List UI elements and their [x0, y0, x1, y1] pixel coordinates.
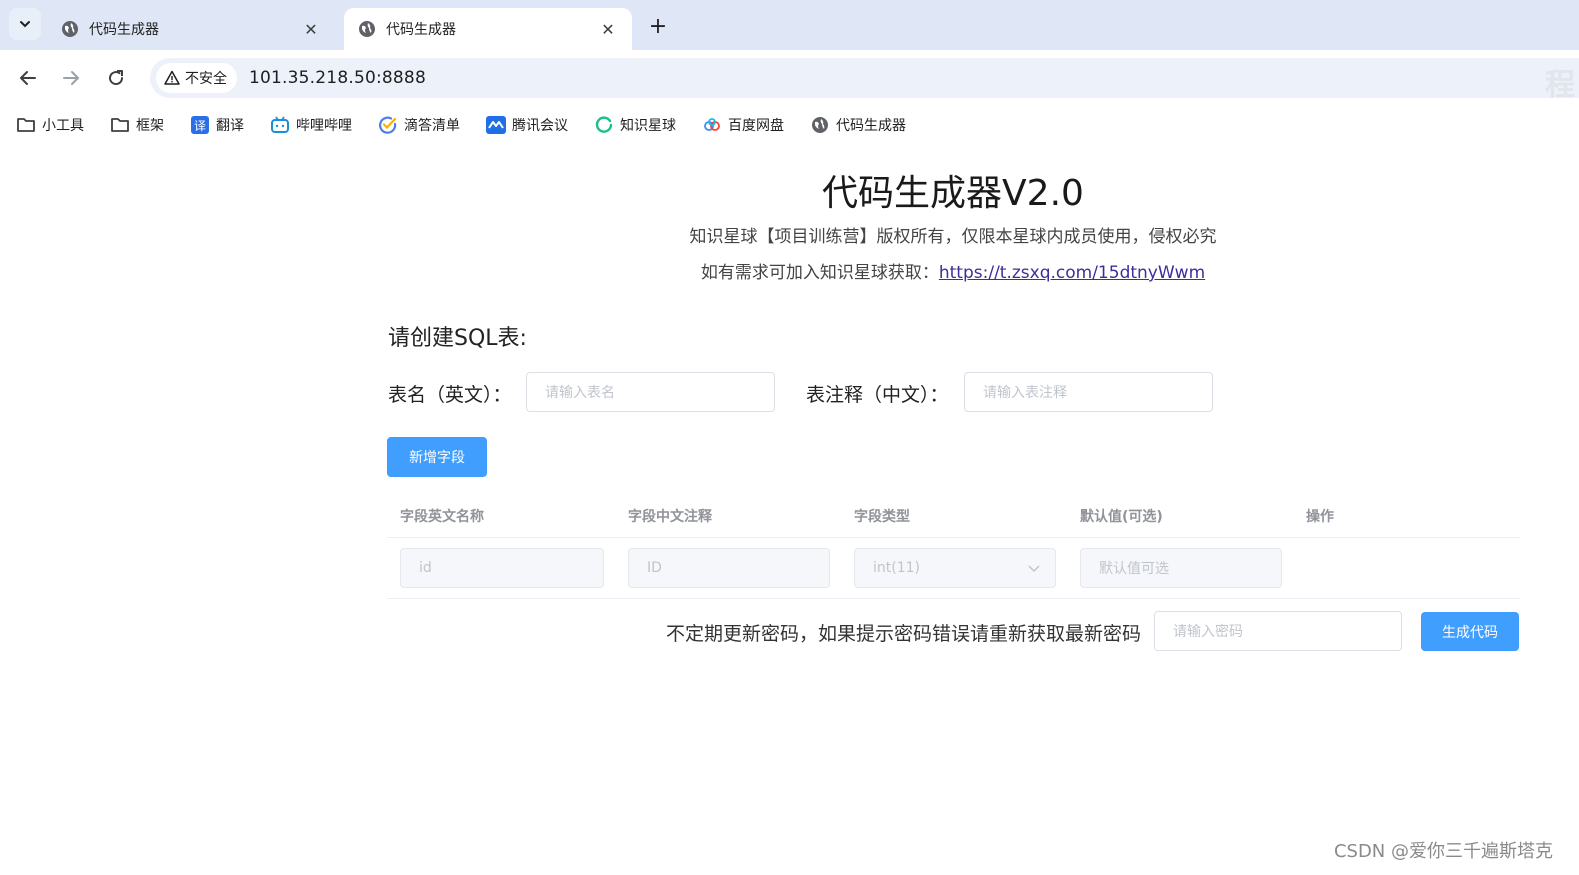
- page-content: 代码生成器V2.0 知识星球【项目训练营】版权所有，仅限本星球内成员使用，侵权必…: [0, 144, 1579, 875]
- bookmark-label: 小工具: [42, 118, 84, 134]
- table-comment-label: 表注释（中文）：: [806, 384, 949, 406]
- bookmark-ticktick[interactable]: 滴答清单: [378, 115, 460, 135]
- translate-icon: 译: [190, 115, 210, 135]
- bookmark-label: 翻译: [216, 118, 244, 134]
- forward-button[interactable]: [55, 62, 87, 94]
- svg-text:译: 译: [194, 119, 206, 133]
- table-name-label: 表名（英文）：: [388, 384, 512, 406]
- tab-search-button[interactable]: [9, 8, 41, 40]
- table-row: id ID int(11) 默认值可选: [387, 538, 1520, 599]
- password-input[interactable]: 请输入密码: [1154, 611, 1402, 651]
- table-comment-input[interactable]: 请输入表注释: [964, 372, 1213, 412]
- bookmark-tools[interactable]: 小工具: [16, 115, 84, 135]
- chevron-down-icon: [1027, 561, 1041, 579]
- info-prefix: 如有需求可加入知识星球获取：: [700, 263, 939, 283]
- cloud-icon: [702, 115, 722, 135]
- bookmark-code-generator[interactable]: 代码生成器: [810, 115, 906, 135]
- address-bar[interactable]: 不安全 101.35.218.50:8888 程: [150, 58, 1579, 103]
- bookmark-label: 哔哩哔哩: [296, 118, 352, 134]
- close-icon[interactable]: ✕: [598, 19, 618, 39]
- globe-icon: [61, 20, 79, 38]
- reload-button[interactable]: [100, 62, 132, 94]
- page-title: 代码生成器V2.0: [822, 173, 1084, 214]
- bookmark-label: 腾讯会议: [512, 118, 568, 134]
- bookmark-bilibili[interactable]: 哔哩哔哩: [270, 115, 352, 135]
- section-heading: 请创建SQL表:: [388, 326, 527, 351]
- bookmarks-bar: 小工具 框架 译 翻译 哔哩哔哩 滴答清单 腾讯会议 知识星球 百度网盘 代码生…: [0, 106, 1579, 144]
- folder-icon: [16, 115, 36, 135]
- tab-strip: 代码生成器 ✕ 代码生成器 ✕ +: [0, 0, 1579, 50]
- column-header-type: 字段类型: [854, 509, 910, 525]
- zsxq-link[interactable]: https://t.zsxq.com/15dtnyWwm: [939, 263, 1205, 283]
- bookmark-tencent-meeting[interactable]: 腾讯会议: [486, 115, 568, 135]
- copyright-notice: 知识星球【项目训练营】版权所有，仅限本星球内成员使用，侵权必究: [689, 227, 1217, 247]
- tab-2-active[interactable]: 代码生成器 ✕: [344, 8, 632, 50]
- bookmark-label: 百度网盘: [728, 118, 784, 134]
- security-label: 不安全: [185, 71, 227, 87]
- column-header-default: 默认值(可选): [1080, 509, 1163, 525]
- field-default-input[interactable]: 默认值可选: [1080, 548, 1282, 588]
- bookmark-zsxq[interactable]: 知识星球: [594, 115, 676, 135]
- add-field-button[interactable]: 新增字段: [387, 437, 487, 477]
- new-tab-button[interactable]: +: [644, 12, 672, 40]
- tab-1[interactable]: 代码生成器 ✕: [47, 8, 335, 50]
- password-note: 不定期更新密码，如果提示密码错误请重新获取最新密码: [665, 623, 1141, 645]
- column-header-name: 字段英文名称: [400, 509, 484, 525]
- close-icon[interactable]: ✕: [301, 19, 321, 39]
- field-comment-input[interactable]: ID: [628, 548, 830, 588]
- info-line: 如有需求可加入知识星球获取：https://t.zsxq.com/15dtnyW…: [0, 258, 1579, 283]
- tab-title: 代码生成器: [386, 22, 456, 38]
- url-text[interactable]: 101.35.218.50:8888: [249, 68, 426, 88]
- table-name-input[interactable]: 请输入表名: [526, 372, 775, 412]
- globe-icon: [358, 20, 376, 38]
- arrow-left-icon: [20, 71, 36, 85]
- column-header-actions: 操作: [1306, 509, 1334, 525]
- generate-code-button[interactable]: 生成代码: [1421, 612, 1519, 651]
- bookmark-label: 滴答清单: [404, 118, 460, 134]
- overflow-glyph: 程: [1545, 68, 1575, 103]
- arrow-right-icon: [63, 71, 79, 85]
- reload-icon: [109, 70, 124, 86]
- check-circle-icon: [378, 115, 398, 135]
- browser-toolbar: 不安全 101.35.218.50:8888 程: [0, 50, 1579, 106]
- bilibili-icon: [270, 115, 290, 135]
- bookmark-baidu-pan[interactable]: 百度网盘: [702, 115, 784, 135]
- bookmark-label: 代码生成器: [836, 118, 906, 134]
- fields-table: 字段英文名称 字段中文注释 字段类型 默认值(可选) 操作 id ID int(…: [387, 494, 1520, 599]
- meeting-icon: [486, 115, 506, 135]
- chevron-down-icon: [20, 21, 30, 28]
- table-header: 字段英文名称 字段中文注释 字段类型 默认值(可选) 操作: [387, 494, 1520, 538]
- bookmark-translate[interactable]: 译 翻译: [190, 115, 244, 135]
- warning-icon: [164, 70, 180, 86]
- field-name-input[interactable]: id: [400, 548, 604, 588]
- globe-icon: [810, 115, 830, 135]
- watermark: CSDN @爱你三千遍斯塔克: [1333, 841, 1553, 862]
- bookmark-frameworks[interactable]: 框架: [110, 115, 164, 135]
- column-header-comment: 字段中文注释: [628, 509, 712, 525]
- ring-icon: [594, 115, 614, 135]
- bookmark-label: 框架: [136, 118, 164, 134]
- folder-icon: [110, 115, 130, 135]
- field-type-select[interactable]: int(11): [854, 548, 1056, 588]
- back-button[interactable]: [12, 62, 44, 94]
- field-type-value: int(11): [873, 560, 920, 576]
- tab-title: 代码生成器: [89, 22, 159, 38]
- bookmark-label: 知识星球: [620, 118, 676, 134]
- security-indicator[interactable]: 不安全: [156, 63, 237, 93]
